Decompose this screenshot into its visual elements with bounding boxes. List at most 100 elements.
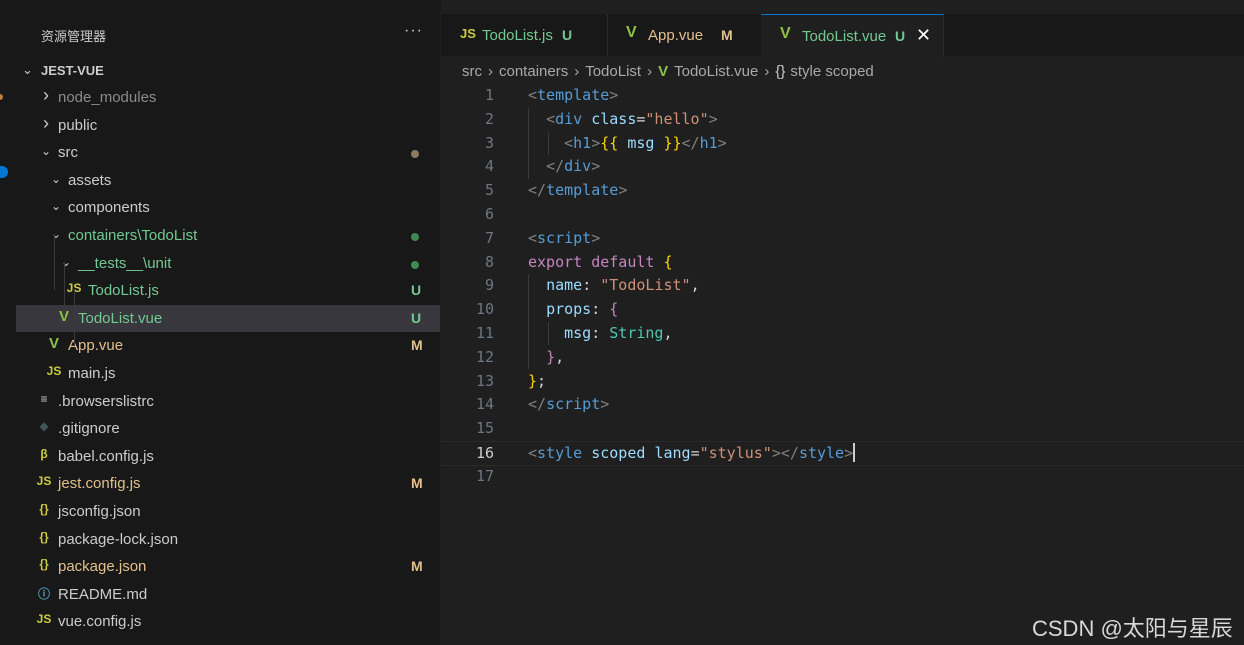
breadcrumb-item[interactable]: style scoped — [790, 63, 873, 80]
code-token: class — [591, 110, 637, 128]
code-line[interactable]: 3 <h1>{{ msg }}</h1> — [441, 132, 1244, 155]
file-item[interactable]: {} jsconfig.json — [16, 498, 440, 525]
code-text: <style scoped lang="stylus"></style> — [528, 443, 856, 462]
file-name: .gitignore — [58, 420, 120, 437]
line-number: 2 — [484, 110, 494, 128]
code-token: > — [708, 110, 718, 128]
chevron-down-icon: ⌄ — [50, 199, 62, 213]
git-status-badge: U — [411, 310, 422, 326]
file-item[interactable]: ≡ .browserslistrc — [16, 388, 440, 415]
folder-item[interactable]: › public — [16, 112, 440, 139]
code-token: div — [555, 110, 583, 128]
code-line[interactable]: 16 <style scoped lang="stylus"></style> — [441, 441, 1244, 466]
babel-file-icon: β — [40, 447, 48, 461]
vue-file-icon: V — [658, 63, 669, 80]
code-line[interactable]: 9 name: "TodoList", — [441, 274, 1244, 297]
code-line[interactable]: 2 <div class="hello"> — [441, 108, 1244, 131]
file-name: node_modules — [58, 89, 157, 106]
file-name: containers\TodoList — [68, 227, 198, 244]
chevron-right-icon: › — [764, 63, 770, 80]
tab-app-vue[interactable]: V App.vue M — [607, 14, 762, 56]
tab-todolist-js[interactable]: JS TodoList.js U — [441, 14, 608, 56]
line-number: 1 — [484, 86, 494, 104]
code-line[interactable]: 12 }, — [441, 346, 1244, 369]
folder-item[interactable]: ⌄ containers\TodoList — [16, 222, 440, 249]
line-number: 6 — [484, 205, 494, 223]
code-text: }, — [528, 348, 564, 366]
folder-item[interactable]: ⌄ __tests__\unit — [16, 250, 440, 277]
file-item[interactable]: VTodoList.vueU — [16, 305, 440, 332]
folder-item[interactable]: ⌄ assets — [16, 167, 440, 194]
chevron-down-icon: ⌄ — [50, 172, 62, 186]
project-name: JEST-VUE — [41, 63, 104, 78]
folder-item[interactable]: ⌄ src — [16, 139, 440, 166]
code-line[interactable]: 1 <template> — [441, 84, 1244, 107]
code-token: , — [555, 348, 565, 366]
code-line[interactable]: 14 </script> — [441, 393, 1244, 416]
code-token: , — [690, 276, 700, 294]
file-item[interactable]: ◆ .gitignore — [16, 415, 440, 442]
code-line[interactable]: 6 — [441, 203, 1244, 226]
tab-label: TodoList.vue — [802, 28, 887, 45]
activity-badge-icon[interactable] — [0, 166, 8, 178]
project-root[interactable]: ⌄ JEST-VUE — [16, 60, 440, 82]
line-number: 15 — [475, 419, 494, 437]
code-token: h1 — [573, 134, 592, 152]
file-item[interactable]: V App.vue M — [16, 332, 440, 359]
code-token: </ — [546, 157, 565, 175]
vue-file-icon: V — [780, 25, 791, 42]
file-item[interactable]: JS TodoList.js U — [16, 277, 440, 304]
more-actions-icon[interactable]: ··· — [404, 22, 423, 40]
file-item[interactable]: {} package.json M — [16, 553, 440, 580]
code-text: }; — [528, 372, 546, 390]
code-line[interactable]: 7 <script> — [441, 227, 1244, 250]
breadcrumb-item[interactable]: containers — [499, 63, 568, 80]
code-token: String — [609, 324, 664, 342]
code-line[interactable]: 17 — [441, 465, 1244, 488]
file-name: babel.config.js — [58, 448, 154, 465]
code-line[interactable]: 11 msg: String, — [441, 322, 1244, 345]
code-line[interactable]: 13}; — [441, 370, 1244, 393]
tab-todolist-vue[interactable]: V TodoList.vue U ✕ — [761, 14, 944, 57]
close-icon[interactable]: ✕ — [916, 25, 931, 46]
code-line[interactable]: 10 props: { — [441, 298, 1244, 321]
code-token: > — [609, 86, 619, 104]
code-token: > — [591, 157, 601, 175]
chevron-down-icon: ⌄ — [40, 144, 52, 158]
code-token: "stylus" — [699, 444, 772, 462]
breadcrumb-item[interactable]: TodoList — [585, 63, 641, 80]
code-line[interactable]: 5 </template> — [441, 179, 1244, 202]
file-item[interactable]: β babel.config.js — [16, 443, 440, 470]
chevron-right-icon: › — [43, 113, 49, 133]
file-item[interactable]: JS vue.config.js — [16, 608, 440, 635]
tab-label: TodoList.js — [482, 27, 553, 44]
folder-item[interactable]: › node_modules — [16, 84, 440, 111]
config-file-icon: ≡ — [40, 392, 48, 406]
file-item[interactable]: ⓘ README.md — [16, 581, 440, 608]
line-number: 10 — [475, 300, 494, 318]
line-number: 7 — [484, 229, 494, 247]
chevron-down-icon: ⌄ — [50, 227, 62, 241]
breadcrumb-item[interactable]: src — [462, 63, 482, 80]
git-file-icon: ◆ — [39, 419, 49, 433]
file-item[interactable]: JS jest.config.js M — [16, 470, 440, 497]
code-token: { — [609, 300, 619, 318]
indent-guide — [528, 274, 529, 369]
folder-item[interactable]: ⌄ components — [16, 194, 440, 221]
code-token: "hello" — [645, 110, 709, 128]
code-line[interactable]: 8 export default { — [441, 251, 1244, 274]
code-line[interactable]: 4 </div> — [441, 155, 1244, 178]
indent-guide — [54, 234, 55, 290]
code-text: <h1>{{ msg }}</h1> — [528, 134, 727, 152]
watermark: CSDN @太阳与星辰 — [1032, 616, 1233, 641]
js-file-icon: JS — [460, 26, 476, 41]
line-number: 5 — [484, 181, 494, 199]
code-line[interactable]: 15 — [441, 417, 1244, 440]
file-item[interactable]: JS main.js — [16, 360, 440, 387]
breadcrumb-item[interactable]: TodoList.vue — [674, 63, 758, 80]
line-number: 17 — [475, 467, 494, 485]
vue-file-icon: V — [626, 24, 637, 41]
file-item[interactable]: {} package-lock.json — [16, 526, 440, 553]
